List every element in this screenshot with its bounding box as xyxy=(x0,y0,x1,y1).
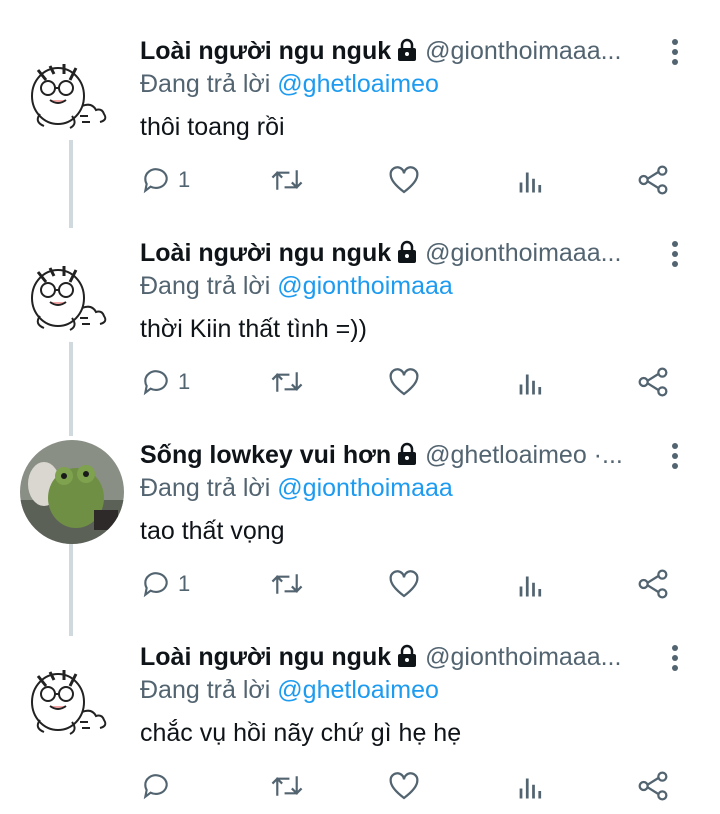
like-icon xyxy=(388,367,420,397)
reply-mention[interactable]: @gionthoimaaa xyxy=(277,272,453,300)
reply-button[interactable] xyxy=(140,768,178,804)
share-icon xyxy=(636,770,670,802)
like-icon xyxy=(388,569,420,599)
share-button[interactable] xyxy=(636,364,670,400)
retweet-button[interactable] xyxy=(270,162,304,198)
reply-icon xyxy=(140,366,172,398)
more-icon[interactable] xyxy=(670,38,680,68)
retweet-button[interactable] xyxy=(270,364,304,400)
action-bar xyxy=(140,768,680,804)
tweet-text: tao thất vọng xyxy=(140,517,285,545)
share-icon xyxy=(636,366,670,398)
replying-to: Đang trả lời @ghetloaimeo xyxy=(140,68,439,100)
lock-icon xyxy=(395,38,419,66)
display-name[interactable]: Loài người ngu nguk xyxy=(140,37,391,65)
tweet-text: chắc vụ hồi nãy chứ gì hẹ hẹ xyxy=(140,719,462,747)
more-icon[interactable] xyxy=(670,644,680,674)
views-icon xyxy=(516,569,546,599)
action-bar: 1 xyxy=(140,566,680,602)
tweet-text: thôi toang rồi xyxy=(140,113,285,141)
reply-icon xyxy=(140,568,172,600)
replying-to: Đang trả lời @gionthoimaaa xyxy=(140,472,453,504)
reply-button[interactable]: 1 xyxy=(140,566,190,602)
replying-to: Đang trả lời @gionthoimaaa xyxy=(140,270,453,302)
avatar[interactable] xyxy=(20,440,124,544)
like-button[interactable] xyxy=(388,768,420,804)
retweet-icon xyxy=(270,367,304,397)
tweet-header: Loài người ngu nguk @gionthoimaaa... xyxy=(140,36,660,66)
retweet-icon xyxy=(270,771,304,801)
tweet[interactable]: Sống lowkey vui hơn @ghetloaimeo ·... Đan… xyxy=(0,404,720,604)
lock-icon xyxy=(395,240,419,268)
lock-icon xyxy=(395,644,419,672)
handle[interactable]: @ghetloaimeo ·... xyxy=(425,441,623,469)
views-button[interactable] xyxy=(516,566,546,602)
reply-button[interactable]: 1 xyxy=(140,162,190,198)
views-button[interactable] xyxy=(516,768,546,804)
reply-prefix: Đang trả lời xyxy=(140,70,271,98)
display-name[interactable]: Sống lowkey vui hơn xyxy=(140,441,391,469)
avatar[interactable] xyxy=(20,238,124,342)
like-button[interactable] xyxy=(388,364,420,400)
more-icon[interactable] xyxy=(670,442,680,472)
like-icon xyxy=(388,165,420,195)
reply-icon xyxy=(140,164,172,196)
tweet[interactable]: Loài người ngu nguk @gionthoimaaa... Đang… xyxy=(0,606,720,806)
reply-mention[interactable]: @ghetloaimeo xyxy=(277,676,439,704)
tiger-sticker-avatar xyxy=(20,642,124,746)
more-icon[interactable] xyxy=(670,240,680,270)
reply-prefix: Đang trả lời xyxy=(140,676,271,704)
reply-prefix: Đang trả lời xyxy=(140,474,271,502)
reply-count: 1 xyxy=(178,167,191,192)
reply-count: 1 xyxy=(178,369,191,394)
action-bar: 1 xyxy=(140,162,680,198)
retweet-icon xyxy=(270,569,304,599)
like-button[interactable] xyxy=(388,566,420,602)
reply-button[interactable]: 1 xyxy=(140,364,190,400)
action-bar: 1 xyxy=(140,364,680,400)
tweet[interactable]: Loài người ngu nguk @gionthoimaaa... Đang… xyxy=(0,0,720,200)
views-icon xyxy=(516,771,546,801)
retweet-icon xyxy=(270,165,304,195)
tweet[interactable]: Loài người ngu nguk @gionthoimaaa... Đang… xyxy=(0,202,720,402)
share-button[interactable] xyxy=(636,768,670,804)
reply-prefix: Đang trả lời xyxy=(140,272,271,300)
handle[interactable]: @gionthoimaaa... xyxy=(425,37,621,65)
avatar[interactable] xyxy=(20,642,124,746)
tweet-header: Loài người ngu nguk @gionthoimaaa... xyxy=(140,642,660,672)
views-button[interactable] xyxy=(516,162,546,198)
reply-icon xyxy=(140,770,172,802)
views-icon xyxy=(516,165,546,195)
tweet-text: thời Kiin thất tình =)) xyxy=(140,315,367,343)
like-icon xyxy=(388,771,420,801)
views-icon xyxy=(516,367,546,397)
reply-mention[interactable]: @ghetloaimeo xyxy=(277,70,439,98)
display-name[interactable]: Loài người ngu nguk xyxy=(140,643,391,671)
share-icon xyxy=(636,164,670,196)
lock-icon xyxy=(395,442,419,470)
tweet-header: Loài người ngu nguk @gionthoimaaa... xyxy=(140,238,660,268)
retweet-button[interactable] xyxy=(270,566,304,602)
share-button[interactable] xyxy=(636,162,670,198)
like-button[interactable] xyxy=(388,162,420,198)
handle[interactable]: @gionthoimaaa... xyxy=(425,643,621,671)
tiger-sticker-avatar xyxy=(20,36,124,140)
share-button[interactable] xyxy=(636,566,670,602)
reply-mention[interactable]: @gionthoimaaa xyxy=(277,474,453,502)
views-button[interactable] xyxy=(516,364,546,400)
frog-plush-avatar xyxy=(20,440,124,544)
retweet-button[interactable] xyxy=(270,768,304,804)
tweet-header: Sống lowkey vui hơn @ghetloaimeo ·... xyxy=(140,440,660,470)
avatar[interactable] xyxy=(20,36,124,140)
replying-to: Đang trả lời @ghetloaimeo xyxy=(140,674,439,706)
tiger-sticker-avatar xyxy=(20,238,124,342)
reply-count: 1 xyxy=(178,571,191,596)
share-icon xyxy=(636,568,670,600)
display-name[interactable]: Loài người ngu nguk xyxy=(140,239,391,267)
handle[interactable]: @gionthoimaaa... xyxy=(425,239,621,267)
